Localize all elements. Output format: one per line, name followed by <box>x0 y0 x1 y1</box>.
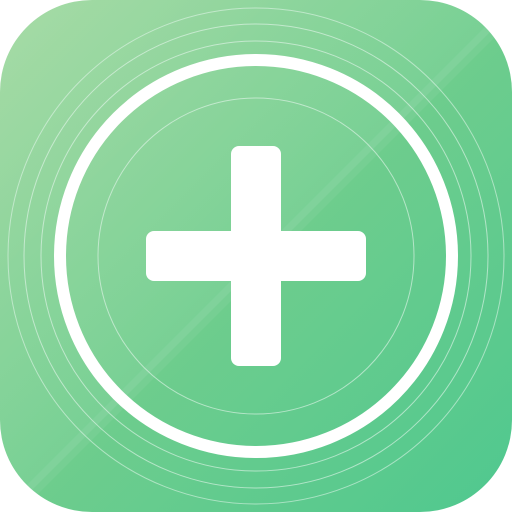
app-icon[interactable] <box>0 0 512 512</box>
plus-horizontal-bar <box>146 231 366 281</box>
plus-app-icon <box>0 0 512 512</box>
